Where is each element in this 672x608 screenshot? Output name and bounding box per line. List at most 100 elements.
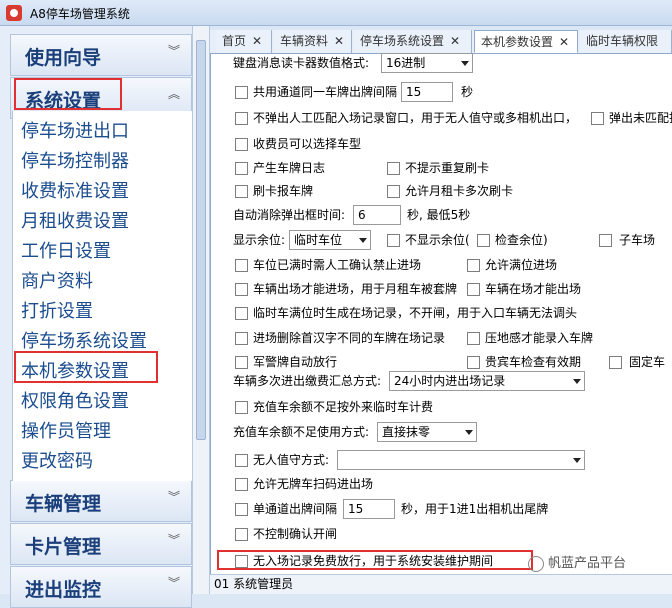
window-title: A8停车场管理系统 — [30, 7, 130, 21]
section-vehicle-management[interactable]: 车辆管理 ︾ — [10, 480, 192, 522]
single-lane-input[interactable]: 15 — [343, 499, 395, 519]
gen-log-label: 产生车牌日志 — [253, 161, 326, 175]
hide-space-checkbox[interactable] — [387, 234, 400, 247]
swipe-report-label: 刷卡报车牌 — [253, 184, 314, 198]
highlight-free-pass — [217, 550, 533, 570]
popup-unmatched-checkbox[interactable] — [591, 112, 604, 125]
shared-lane-label: 共用通道同一车牌出牌间隔 — [253, 85, 398, 99]
app-logo-icon — [6, 5, 22, 21]
temp-full-checkbox[interactable] — [235, 307, 248, 320]
single-lane-unit: 秒，用于1进1出相机出尾牌 — [401, 502, 549, 516]
auto-close-label: 自动消除弹出框时间: — [233, 208, 346, 222]
swipe-report-checkbox[interactable] — [235, 185, 248, 198]
status-text: 01 系统管理员 — [214, 577, 294, 591]
menu-item-monthly-fee[interactable]: 月租收费设置 — [21, 207, 129, 233]
on-site-to-exit-label: 车辆在场才能出场 — [485, 282, 582, 296]
section-guide[interactable]: 使用向导 ︾ — [10, 34, 192, 76]
vip-check-label: 贵宾车检查有效期 — [485, 355, 582, 369]
dropdown-arrow-icon — [359, 238, 367, 243]
dropdown-arrow-icon — [573, 458, 581, 463]
tab-bar: 首页 ✕ 车辆资料 ✕ 停车场系统设置 ✕ 本机参数设置 ✕ 临时车辆权限 — [210, 30, 672, 54]
status-bar: 01 系统管理员 — [210, 574, 672, 594]
no-popup-label: 不弹出人工匹配入场记录窗口，用于无人值守或多相机出口， — [253, 111, 578, 125]
no-dup-checkbox[interactable] — [387, 162, 400, 175]
popup-unmatched-label: 弹出未匹配找 — [609, 111, 672, 125]
multi-pay-label: 车辆多次进出缴费汇总方式: — [233, 374, 382, 388]
exit-to-enter-checkbox[interactable] — [235, 283, 248, 296]
allow-full-checkbox[interactable] — [467, 259, 480, 272]
tab-vehicle-info-label: 车辆资料 — [280, 34, 329, 48]
keyboard-format-label: 键盘消息读卡器数值格式: — [233, 56, 370, 70]
delete-diff-checkbox[interactable] — [235, 332, 248, 345]
single-lane-checkbox[interactable] — [235, 503, 248, 516]
show-space-label: 显示余位: — [233, 233, 286, 247]
close-icon[interactable]: ✕ — [334, 34, 344, 48]
dropdown-arrow-icon — [465, 430, 473, 435]
auto-close-input[interactable]: 6 — [353, 205, 401, 225]
tab-home-label: 首页 — [222, 34, 247, 48]
multi-pay-value: 24小时内进出场记录 — [394, 374, 506, 388]
allow-monthly-label: 允许月租卡多次刷卡 — [405, 184, 514, 198]
watermark: 帆蓝产品平台 — [528, 552, 626, 572]
no-confirm-label: 不控制确认开闸 — [253, 527, 338, 541]
no-dup-label: 不提示重复刷卡 — [405, 161, 490, 175]
check-space-checkbox[interactable] — [477, 234, 490, 247]
chevron-down-icon: ︾ — [167, 490, 180, 504]
toll-select-checkbox[interactable] — [235, 138, 248, 151]
sidebar-scrollbar[interactable] — [192, 26, 210, 594]
menu-item-workday[interactable]: 工作日设置 — [21, 237, 111, 263]
menu-item-lot-system-settings[interactable]: 停车场系统设置 — [21, 327, 147, 353]
tab-local-params[interactable]: 本机参数设置 ✕ — [474, 30, 578, 53]
tab-lot-system-settings-label: 停车场系统设置 — [360, 34, 445, 48]
military-checkbox[interactable] — [235, 356, 248, 369]
fixed-car-checkbox[interactable] — [609, 356, 622, 369]
tab-temp-vehicle-permissions[interactable]: 临时车辆权限 — [580, 30, 672, 53]
section-card-management[interactable]: 卡片管理 ︾ — [10, 523, 192, 565]
allow-full-label: 允许满位进场 — [485, 258, 558, 272]
multi-pay-select[interactable]: 24小时内进出场记录 — [389, 371, 585, 391]
show-space-select[interactable]: 临时车位 — [289, 230, 371, 250]
full-confirm-checkbox[interactable] — [235, 259, 248, 272]
menu-item-lot-controller[interactable]: 停车场控制器 — [21, 147, 129, 173]
menu-item-fee-standard[interactable]: 收费标准设置 — [21, 177, 129, 203]
menu-item-change-password[interactable]: 更改密码 — [21, 447, 93, 473]
delete-diff-label: 进场删除首汉字不同的车牌在场记录 — [253, 331, 446, 345]
close-icon[interactable]: ✕ — [450, 34, 460, 48]
menu-item-discount[interactable]: 打折设置 — [21, 297, 93, 323]
menu-item-merchant[interactable]: 商户资料 — [21, 267, 93, 293]
pressure-checkbox[interactable] — [467, 332, 480, 345]
close-icon[interactable]: ✕ — [559, 35, 569, 49]
scrollbar-thumb[interactable] — [196, 40, 206, 440]
allow-monthly-checkbox[interactable] — [387, 185, 400, 198]
section-monitoring[interactable]: 进出监控 ︾ — [10, 566, 192, 608]
close-icon[interactable]: ✕ — [252, 34, 262, 48]
no-popup-checkbox[interactable] — [235, 112, 248, 125]
no-confirm-checkbox[interactable] — [235, 528, 248, 541]
menu-item-lot-gates[interactable]: 停车场进出口 — [21, 117, 129, 143]
vip-check-checkbox[interactable] — [467, 356, 480, 369]
keyboard-format-select[interactable]: 16进制 — [381, 53, 473, 73]
child-lot-checkbox[interactable] — [599, 234, 612, 247]
highlight-system-settings — [14, 78, 122, 110]
single-lane-value: 15 — [348, 502, 364, 516]
no-plate-label: 允许无牌车扫码进出场 — [253, 477, 374, 491]
unmanned-select[interactable] — [337, 450, 585, 470]
gen-log-checkbox[interactable] — [235, 162, 248, 175]
menu-item-role-permissions[interactable]: 权限角色设置 — [21, 387, 129, 413]
dropdown-arrow-icon — [461, 61, 469, 66]
deduct-temp-checkbox[interactable] — [235, 401, 248, 414]
exit-to-enter-label: 车辆出场才能进场，用于月租车被套牌 — [253, 282, 458, 296]
insufficient-select[interactable]: 直接抹零 — [377, 422, 477, 442]
shared-lane-input[interactable]: 15 — [401, 82, 453, 102]
on-site-to-exit-checkbox[interactable] — [467, 283, 480, 296]
tab-lot-system-settings[interactable]: 停车场系统设置 ✕ — [354, 30, 472, 53]
chevron-down-icon: ︾ — [167, 576, 180, 590]
auto-close-unit: 秒, 最低5秒 — [407, 208, 471, 222]
shared-lane-checkbox[interactable] — [235, 86, 248, 99]
unmanned-checkbox[interactable] — [235, 454, 248, 467]
hide-space-label: 不显示余位( — [405, 233, 470, 247]
tab-vehicle-info[interactable]: 车辆资料 ✕ — [274, 30, 352, 53]
tab-home[interactable]: 首页 ✕ — [216, 30, 272, 53]
no-plate-checkbox[interactable] — [235, 478, 248, 491]
menu-item-operators[interactable]: 操作员管理 — [21, 417, 111, 443]
